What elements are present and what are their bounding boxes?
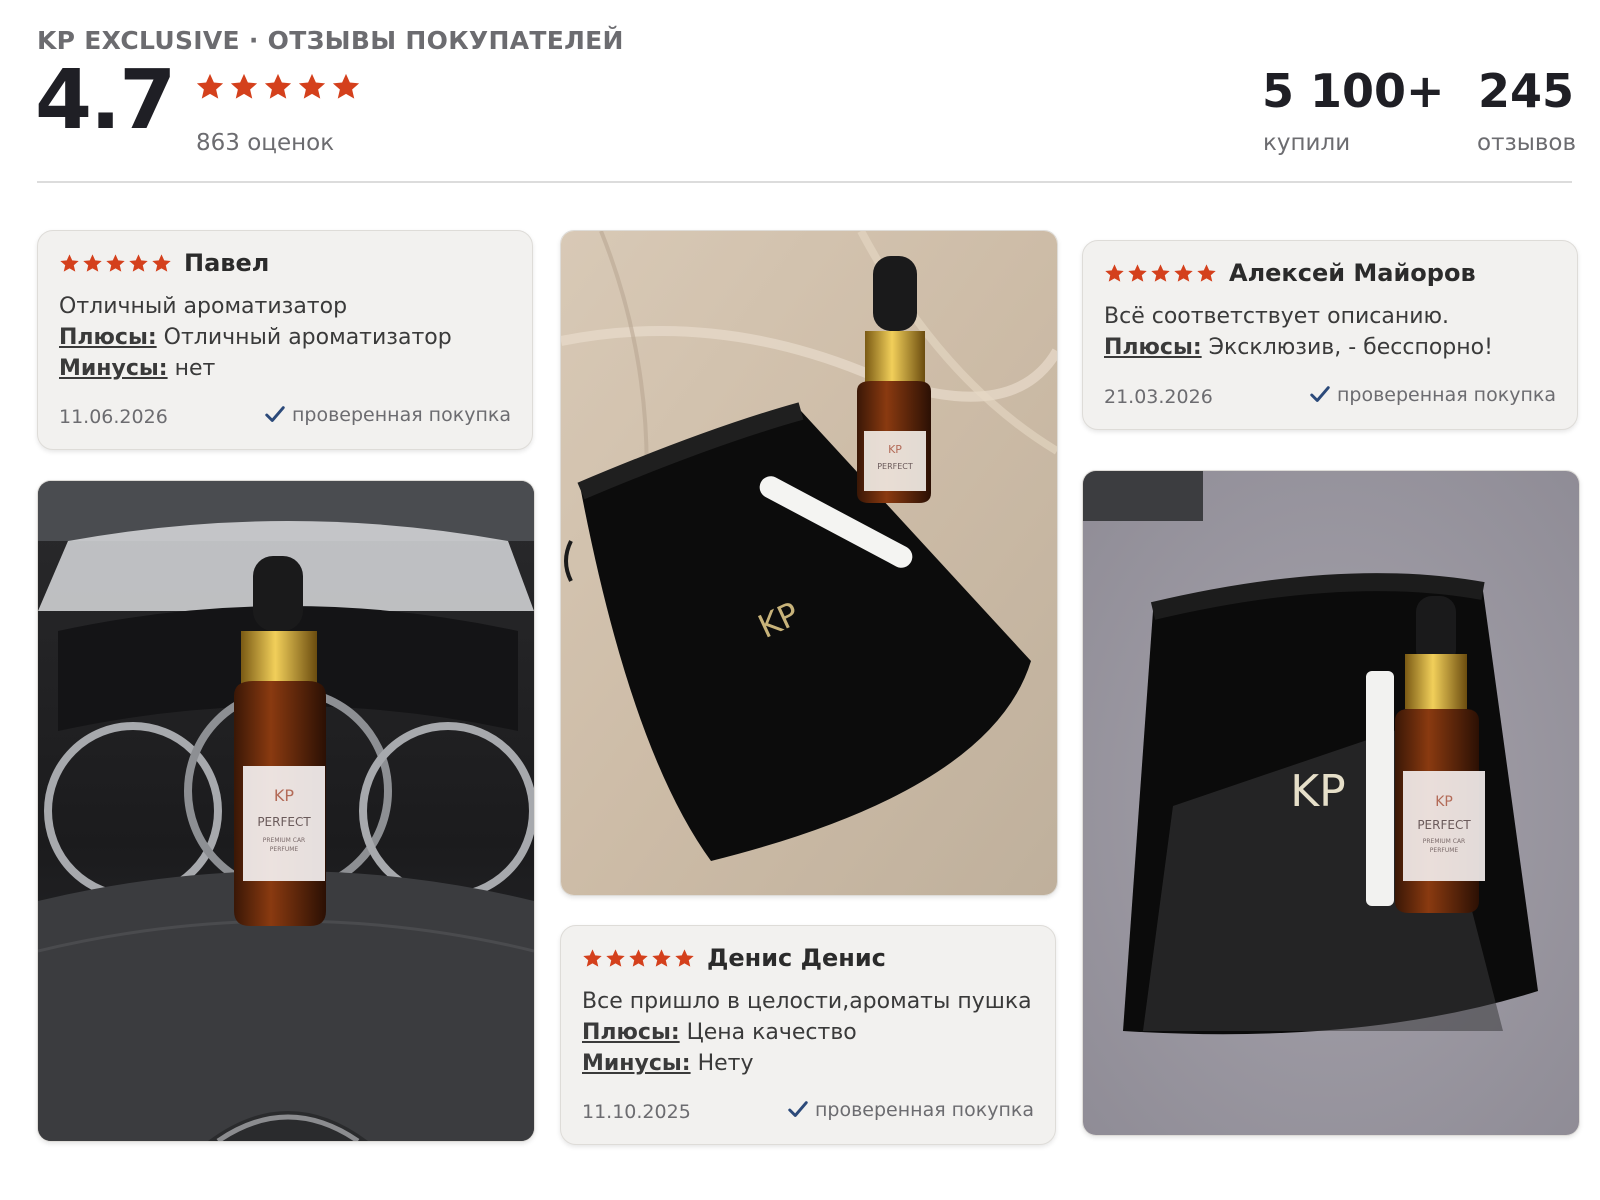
star-icon bbox=[230, 73, 258, 99]
cons-label: Минусы: bbox=[59, 356, 168, 381]
review-body: Все пришло в целости,ароматы пушка Плюсы… bbox=[582, 986, 1032, 1079]
bottle-logo: KP bbox=[888, 443, 902, 456]
review-header: Алексей Майоров bbox=[1104, 259, 1476, 287]
purchased-count: 5 100+ bbox=[1262, 64, 1445, 118]
review-card[interactable]: Денис Денис Все пришло в целости,ароматы… bbox=[560, 925, 1056, 1145]
bottle-sub2: PERFUME bbox=[270, 846, 299, 853]
verified-label: проверенная покупка bbox=[291, 404, 511, 426]
pros-text: Отличный ароматизатор bbox=[163, 325, 452, 350]
pros-text: Эксклюзив, - бесспорно! bbox=[1208, 335, 1493, 360]
star-icon bbox=[264, 73, 292, 99]
review-cons: Минусы: Нету bbox=[582, 1048, 1032, 1079]
review-date: 11.06.2026 bbox=[59, 406, 168, 428]
review-date: 21.03.2026 bbox=[1104, 386, 1213, 408]
star-icon bbox=[629, 948, 648, 967]
star-icon bbox=[675, 948, 694, 967]
pros-label: Плюсы: bbox=[582, 1020, 680, 1045]
star-icon bbox=[1105, 263, 1124, 282]
review-body: Всё соответствует описанию. Плюсы: Экскл… bbox=[1104, 301, 1493, 363]
bottle-name: PERFECT bbox=[877, 462, 913, 471]
review-body: Отличный ароматизатор Плюсы: Отличный ар… bbox=[59, 291, 452, 384]
bottle-logo: KP bbox=[274, 786, 294, 805]
ratings-count: 863 оценок bbox=[196, 130, 335, 156]
review-pros: Плюсы: Цена качество bbox=[582, 1017, 1032, 1048]
star-icon bbox=[332, 73, 360, 99]
review-pros: Плюсы: Отличный ароматизатор bbox=[59, 322, 452, 353]
reviews-label: отзывов bbox=[1477, 130, 1577, 156]
star-icon bbox=[1151, 263, 1170, 282]
review-stars bbox=[582, 948, 695, 969]
cons-text: Нету bbox=[697, 1051, 754, 1076]
star-icon bbox=[1197, 263, 1216, 282]
bottle-name: PERFECT bbox=[1417, 818, 1471, 832]
cons-label: Минусы: bbox=[582, 1051, 691, 1076]
review-photo-image: KP KP PERFECT PREMIUM CAR PERFUME bbox=[1083, 471, 1579, 1135]
review-author: Алексей Майоров bbox=[1229, 259, 1476, 287]
star-icon bbox=[152, 253, 171, 272]
review-photo-bag-fluffy[interactable]: KP KP PERFECT PREMIUM CAR PERFUME bbox=[1082, 470, 1580, 1136]
star-icon bbox=[652, 948, 671, 967]
review-photo-image: KP PERFECT PREMIUM CAR PERFUME bbox=[38, 481, 534, 1141]
header-divider bbox=[37, 181, 1572, 183]
verified-purchase: проверенная покупка bbox=[1309, 384, 1556, 406]
verified-label: проверенная покупка bbox=[1336, 384, 1556, 406]
review-text: Всё соответствует описанию. bbox=[1104, 304, 1450, 329]
star-icon bbox=[583, 948, 602, 967]
verified-purchase: проверенная покупка bbox=[787, 1099, 1034, 1121]
bottle-sub: PREMIUM CAR bbox=[1423, 838, 1465, 845]
bottle-logo: KP bbox=[1435, 794, 1453, 810]
review-card[interactable]: Павел Отличный ароматизатор Плюсы: Отлич… bbox=[37, 230, 533, 450]
cons-text: нет bbox=[174, 356, 216, 381]
pros-text: Цена качество bbox=[686, 1020, 857, 1045]
review-photo-image: KP KP PERFECT bbox=[561, 231, 1057, 895]
checkmark-icon bbox=[265, 406, 285, 422]
review-author: Павел bbox=[184, 249, 270, 277]
star-icon bbox=[1128, 263, 1147, 282]
review-author: Денис Денис bbox=[707, 944, 886, 972]
rating-stars bbox=[195, 72, 361, 102]
review-stars bbox=[1104, 263, 1217, 284]
review-card[interactable]: Алексей Майоров Всё соответствует описан… bbox=[1082, 240, 1578, 430]
verified-label: проверенная покупка bbox=[814, 1099, 1034, 1121]
star-icon bbox=[196, 73, 224, 99]
review-text: Все пришло в целости,ароматы пушка bbox=[582, 989, 1032, 1014]
star-icon bbox=[83, 253, 102, 272]
star-icon bbox=[298, 73, 326, 99]
star-icon bbox=[129, 253, 148, 272]
purchased-label: купили bbox=[1263, 130, 1351, 156]
review-photo-bottle-car[interactable]: KP PERFECT PREMIUM CAR PERFUME bbox=[37, 480, 535, 1142]
review-pros: Плюсы: Эксклюзив, - бесспорно! bbox=[1104, 332, 1493, 363]
page-header-label: KP EXCLUSIVE · ОТЗЫВЫ ПОКУПАТЕЛЕЙ bbox=[37, 26, 624, 55]
checkmark-icon bbox=[1310, 386, 1330, 402]
bottle-sub: PREMIUM CAR bbox=[263, 837, 305, 844]
review-photo-bag-marble[interactable]: KP KP PERFECT bbox=[560, 230, 1058, 896]
bag-logo: KP bbox=[1290, 766, 1345, 817]
star-icon bbox=[1174, 263, 1193, 282]
reviews-count: 245 bbox=[1478, 64, 1575, 118]
star-icon bbox=[606, 948, 625, 967]
verified-purchase: проверенная покупка bbox=[264, 404, 511, 426]
bottle-name: PERFECT bbox=[257, 815, 311, 829]
review-header: Денис Денис bbox=[582, 944, 886, 972]
review-cons: Минусы: нет bbox=[59, 353, 452, 384]
bottle-sub2: PERFUME bbox=[1430, 847, 1459, 854]
star-icon bbox=[60, 253, 79, 272]
review-text: Отличный ароматизатор bbox=[59, 294, 348, 319]
pros-label: Плюсы: bbox=[1104, 335, 1202, 360]
checkmark-icon bbox=[788, 1101, 808, 1117]
pros-label: Плюсы: bbox=[59, 325, 157, 350]
star-icon bbox=[106, 253, 125, 272]
review-stars bbox=[59, 253, 172, 274]
review-date: 11.10.2025 bbox=[582, 1101, 691, 1123]
review-header: Павел bbox=[59, 249, 269, 277]
average-rating: 4.7 bbox=[35, 53, 176, 148]
